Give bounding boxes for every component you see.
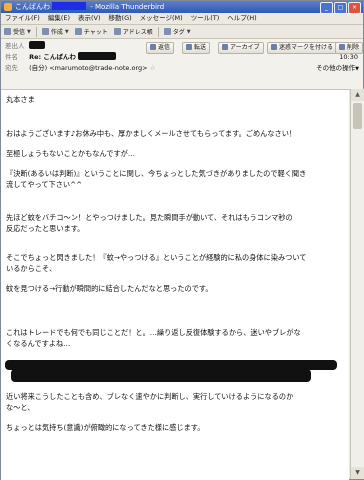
window-title-prefix: こんばんわ [15,3,50,11]
body-line: 反応だったと思います。 [6,224,85,233]
body-line: くなるんですよね… [6,339,71,348]
subject-row: 件名 Re: こんばんわ [5,52,116,62]
chat-icon [74,28,82,35]
tag-icon [163,28,171,35]
chevron-down-icon[interactable]: ▼ [27,29,31,35]
redacted-subject-part [77,52,116,60]
menu-message[interactable]: メッセージ(M) [136,13,187,23]
main-toolbar: 受信 ▼ 作成 ▼ チャット アドレス帳 タグ ▼ [1,24,363,38]
forward-icon [186,44,192,50]
body-line: 至極しょうもないことかもなんですが… [6,149,136,158]
window-title-suffix: - Mozilla Thunderbird [90,3,165,11]
body-line: 流してやって下さい^^ [6,180,83,189]
body-line: 先ほど蚊をバチコ〜ン！とやっつけました。見た瞬間手が動いて、それはもうコンマ秒の [6,213,293,222]
toolbar-separator [157,26,159,37]
scroll-up-arrow[interactable]: ▲ [351,89,364,101]
scroll-down-arrow[interactable]: ▼ [351,467,364,479]
menu-help[interactable]: ヘルプ(H) [223,13,260,23]
to-label: 宛先 [5,64,18,72]
archive-icon [222,44,228,50]
message-body: 丸本さま おはようございます♪お休み中も、厚かましくメールさせてもらってます。ご… [1,89,349,480]
archive-button[interactable]: アーカイブ [218,42,264,54]
receive-button[interactable]: 受信 ▼ [1,26,34,37]
subject-label: 件名 [5,53,18,61]
trash-icon [339,44,345,50]
body-line: そこでちょっと閃きました！『蚊→やっつける』ということが経験的に私の身体に染みつ… [6,253,307,262]
window-title: こんばんわ - Mozilla Thunderbird [15,1,164,13]
body-line: 丸本さま [6,95,35,104]
scroll-thumb[interactable] [353,103,362,129]
star-icon[interactable]: ☆ [150,64,156,72]
title-bar: こんばんわ - Mozilla Thunderbird _ □ × [1,1,363,14]
tag-button[interactable]: タグ ▼ [161,26,194,37]
menu-bar: ファイル(F) 編集(E) 表示(V) 移動(G) メッセージ(M) ツール(T… [1,13,363,23]
body-line: 近い将来こうしたことも含め、ブレなく速やかに判断し、実行していけるようになるのか [6,392,294,401]
junk-button[interactable]: 迷惑マークを付ける [267,42,338,54]
forward-button[interactable]: 転送 [182,42,211,54]
reply-button[interactable]: 返信 [146,42,175,54]
redacted-sender [29,41,46,49]
to-value[interactable]: (自分) <marumoto@trade-note.org> [29,64,148,72]
chat-button[interactable]: チャット [72,26,111,37]
chevron-down-icon[interactable]: ▼ [187,29,191,35]
address-book-button[interactable]: アドレス帳 [111,26,156,37]
get-mail-icon [4,28,11,35]
body-line: 『決断(あるいは判断)』ということに関し、今ちょっとした気づきがありましたので軽… [6,169,307,178]
vertical-scrollbar[interactable]: ▲ ▼ [350,89,364,479]
chevron-down-icon: ▼ [355,66,359,72]
menu-edit[interactable]: 編集(E) [44,13,74,23]
address-book-icon [113,28,121,35]
redacted-text [11,369,311,382]
chevron-down-icon[interactable]: ▼ [65,29,69,35]
to-row: 宛先 (自分) <marumoto@trade-note.org> ☆ [5,63,156,73]
thunderbird-app-icon [4,3,12,11]
junk-icon [271,44,277,50]
subject-value: Re: こんばんわ [29,53,76,61]
body-line: いるからこそ、 [6,264,57,273]
from-row: 差出人 [5,41,46,51]
toolbar-separator [35,26,37,37]
menu-view[interactable]: 表示(V) [74,13,105,23]
pencil-icon [41,28,49,35]
body-line: おはようございます♪お休み中も、厚かましくメールさせてもらってます。ごめんなさい… [6,129,297,138]
menu-file[interactable]: ファイル(F) [1,13,44,23]
body-line: な〜と、 [6,403,35,412]
body-line: これはトレードでも何でも同じことだ！と。…繰り返し反復体験するから、迷いやブレが… [6,328,301,337]
thunderbird-window: こんばんわ - Mozilla Thunderbird _ □ × ファイル(F… [0,0,364,480]
body-line: 蚊を見つける→行動が瞬間的に結合したんだなと思ったのです。 [6,284,213,293]
body-line: ちょっとは気持ち(意識)が俯瞰的になってきた様に感じます。 [6,423,205,432]
other-actions-button[interactable]: その他の操作▼ [316,63,359,73]
compose-button[interactable]: 作成 ▼ [39,26,72,37]
menu-go[interactable]: 移動(G) [105,13,136,23]
menu-tools[interactable]: ツール(T) [187,13,224,23]
reply-icon [150,44,156,50]
delete-button[interactable]: 削除 [335,42,364,54]
from-label: 差出人 [5,42,25,50]
redacted-title-part [52,2,86,10]
